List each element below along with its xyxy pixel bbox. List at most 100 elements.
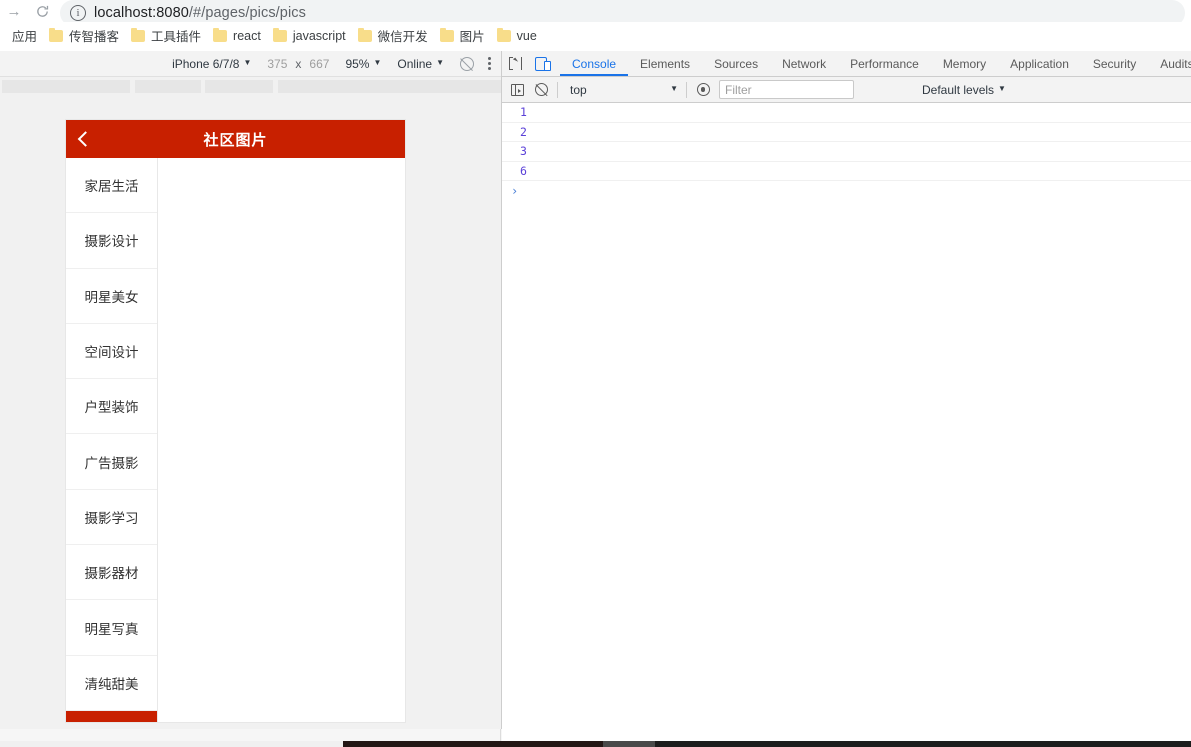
category-item-0[interactable]: 家居生活 — [66, 158, 157, 214]
tab-label: Elements — [640, 56, 691, 71]
folder-icon — [496, 27, 511, 42]
tab-application[interactable]: Application — [998, 51, 1081, 76]
bookmark-folder[interactable]: react — [207, 25, 267, 47]
browser-toolbar: → i localhost:8080/#/pages/pics/pics — [0, 0, 1191, 26]
category-item-9[interactable]: 清纯甜美 — [66, 655, 157, 711]
bookmark-label: vue — [516, 28, 537, 43]
mobile-app-body: 家居生活 摄影设计 明星美女 空间设计 户型装饰 广告摄影 摄影学习 摄影器材 … — [66, 158, 405, 722]
chevron-down-icon: ▼ — [670, 84, 678, 93]
bookmark-label: 工具插件 — [151, 30, 202, 44]
toolbar-divider — [686, 81, 687, 98]
tab-sources[interactable]: Sources — [702, 51, 770, 76]
tab-audits[interactable]: Audits — [1148, 51, 1191, 76]
bookmark-apps-label: 应用 — [12, 30, 38, 44]
folder-icon — [439, 27, 454, 42]
tab-label: Audits — [1160, 56, 1191, 71]
device-height-input[interactable]: 667 — [309, 57, 329, 71]
clear-console-icon[interactable] — [529, 80, 553, 100]
window-bottom-strip — [0, 729, 1191, 741]
console-output-area[interactable]: 1 2 3 6 › — [502, 103, 1191, 200]
console-message: 3 — [502, 142, 1191, 162]
bookmark-folder[interactable]: 图片 — [434, 25, 491, 47]
live-expression-icon[interactable] — [691, 80, 715, 100]
category-label: 家居生活 — [84, 179, 139, 195]
more-options-icon[interactable] — [488, 57, 491, 70]
device-selector[interactable]: iPhone 6/7/8 ▼ — [172, 57, 251, 71]
mobile-app-header: 社区图片 — [66, 120, 405, 158]
tab-network[interactable]: Network — [770, 51, 838, 76]
device-emulation-toolbar: iPhone 6/7/8 ▼ 375 x 667 95% ▼ Online ▼ — [0, 51, 501, 77]
devtools-panel: Console Elements Sources Network Perform… — [501, 51, 1191, 729]
category-item-8[interactable]: 明星写真 — [66, 600, 157, 656]
console-sidebar-icon[interactable] — [505, 80, 529, 100]
bookmark-folder[interactable]: 传智播客 — [43, 25, 125, 47]
toolbar-divider — [557, 81, 558, 98]
tab-console[interactable]: Console — [560, 51, 628, 76]
dimension-separator: x — [295, 56, 302, 71]
execution-context-selector[interactable]: top ▼ — [564, 80, 682, 99]
console-message-value: 2 — [520, 124, 527, 139]
reload-icon[interactable] — [28, 0, 56, 22]
tab-label: Application — [1010, 56, 1069, 71]
category-label: 摄影设计 — [84, 234, 139, 250]
tab-elements[interactable]: Elements — [628, 51, 702, 76]
category-item-10-active[interactable] — [66, 710, 157, 722]
no-throttling-icon[interactable] — [460, 56, 474, 71]
category-item-5[interactable]: 广告摄影 — [66, 434, 157, 490]
category-label: 空间设计 — [84, 345, 139, 361]
folder-icon — [357, 27, 372, 42]
console-message: 2 — [502, 123, 1191, 142]
inspect-element-icon[interactable] — [502, 51, 528, 76]
device-selector-value: iPhone 6/7/8 — [172, 56, 240, 71]
tab-label: Console — [572, 56, 617, 71]
network-throttle-selector[interactable]: Online ▼ — [397, 57, 444, 71]
category-item-4[interactable]: 户型装饰 — [66, 379, 157, 435]
tab-performance[interactable]: Performance — [838, 51, 931, 76]
tab-memory[interactable]: Memory — [931, 51, 998, 76]
bookmark-folder[interactable]: 工具插件 — [125, 25, 207, 47]
bookmark-folder[interactable]: javascript — [267, 25, 352, 47]
category-item-3[interactable]: 空间设计 — [66, 323, 157, 380]
bookmark-folder[interactable]: 微信开发 — [352, 25, 434, 47]
chevron-down-icon: ▼ — [243, 58, 252, 67]
devtools-tabbar: Console Elements Sources Network Perform… — [502, 51, 1191, 77]
tab-label: Security — [1092, 56, 1137, 71]
bookmark-label: 图片 — [459, 30, 485, 44]
viewport-resize-strip[interactable] — [0, 77, 1136, 95]
zoom-selector[interactable]: 95% ▼ — [345, 57, 381, 71]
category-item-1[interactable]: 摄影设计 — [66, 213, 157, 269]
category-label: 广告摄影 — [84, 455, 139, 471]
console-message-value: 3 — [520, 144, 527, 159]
toggle-device-toolbar-icon[interactable] — [528, 51, 554, 76]
bookmark-apps[interactable]: 应用 — [6, 25, 43, 47]
page-info-icon[interactable]: i — [70, 5, 86, 21]
category-label: 摄影学习 — [84, 510, 139, 526]
category-label: 摄影器材 — [84, 566, 139, 582]
bookmark-folder[interactable]: vue — [491, 25, 543, 47]
taskbar-segment-dark — [343, 741, 603, 747]
folder-icon — [49, 27, 64, 42]
category-sidebar[interactable]: 家居生活 摄影设计 明星美女 空间设计 户型装饰 广告摄影 摄影学习 摄影器材 … — [66, 158, 158, 722]
arrow-forward-icon[interactable]: → — [0, 0, 28, 22]
category-label: 明星写真 — [84, 621, 139, 637]
bottom-strip-left — [0, 729, 501, 741]
tab-label: Memory — [942, 56, 987, 71]
taskbar-segment-gray — [603, 741, 655, 747]
category-item-6[interactable]: 摄影学习 — [66, 489, 157, 546]
folder-icon — [272, 27, 287, 42]
execution-context-value: top — [570, 82, 587, 97]
tab-label: Sources — [714, 56, 759, 71]
network-throttle-value: Online — [397, 56, 433, 71]
tab-security[interactable]: Security — [1081, 51, 1148, 76]
bookmark-label: 微信开发 — [377, 30, 428, 44]
tab-label: Network — [782, 56, 827, 71]
category-item-7[interactable]: 摄影器材 — [66, 545, 157, 601]
log-levels-selector[interactable]: Default levels ▼ — [922, 83, 1006, 97]
category-item-2[interactable]: 明星美女 — [66, 268, 157, 324]
console-message: 6 — [502, 162, 1191, 181]
device-width-input[interactable]: 375 — [267, 57, 287, 71]
category-label: 明星美女 — [84, 289, 139, 305]
chevron-down-icon: ▼ — [373, 58, 382, 67]
console-filter-input[interactable]: Filter — [719, 80, 854, 99]
console-input-prompt[interactable]: › — [502, 181, 1191, 200]
